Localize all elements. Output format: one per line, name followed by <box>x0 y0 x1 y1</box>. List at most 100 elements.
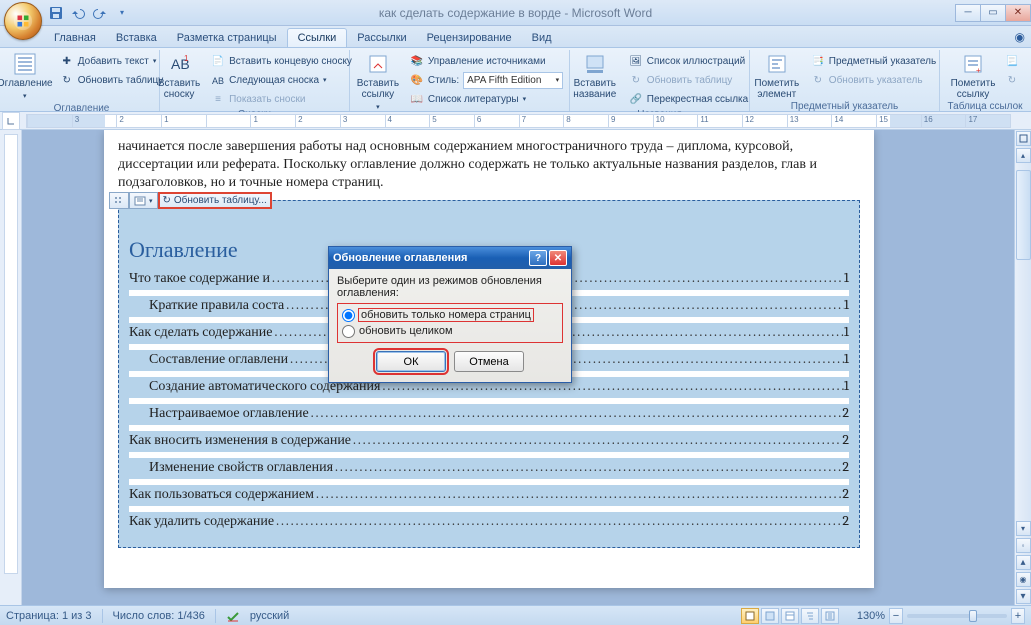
tab-home[interactable]: Главная <box>44 29 106 47</box>
toc-handle[interactable] <box>109 192 129 209</box>
group-footnotes: AB1 Вставить сноску 📄Вставить концевую с… <box>160 50 350 111</box>
toa-update-button[interactable]: ↻ <box>1002 71 1022 89</box>
dialog-help-button[interactable]: ? <box>529 250 547 266</box>
insert-caption-button[interactable]: Вставить название <box>568 52 622 100</box>
radio-update-entire[interactable]: обновить целиком <box>342 323 558 339</box>
radio-input-2[interactable] <box>342 325 355 338</box>
tab-references[interactable]: Ссылки <box>287 28 348 47</box>
cross-reference-button[interactable]: 🔗Перекрестная ссылка <box>626 90 751 108</box>
toc-leader: ........................................… <box>351 431 842 448</box>
update-toc-dialog: Обновление оглавления ? ✕ Выберите один … <box>328 246 572 383</box>
body-paragraph[interactable]: начинается после завершения работы над о… <box>118 138 860 192</box>
toc-entry[interactable]: Как пользоваться содержанием............… <box>129 485 849 506</box>
insert-citation-button[interactable]: Вставить ссылку ▾ <box>353 52 403 113</box>
zoom-in-button[interactable]: + <box>1011 608 1025 624</box>
dialog-radio-group: обновить только номера страниц обновить … <box>337 303 563 343</box>
dialog-titlebar[interactable]: Обновление оглавления ? ✕ <box>329 247 571 269</box>
toc-menu-button[interactable]: ▾ <box>129 192 158 209</box>
mark-citation-button[interactable]: + Пометить ссылку <box>948 52 998 100</box>
radio-update-page-numbers[interactable]: обновить только номера страниц <box>342 307 558 323</box>
qat-dropdown-icon[interactable]: ▾ <box>114 5 130 21</box>
zoom-out-button[interactable]: − <box>889 608 903 624</box>
view-full-screen[interactable] <box>761 608 779 624</box>
tab-selector-button[interactable] <box>2 112 20 130</box>
manage-sources-button[interactable]: 📚Управление источниками <box>407 52 566 70</box>
insert-index-button[interactable]: 📑Предметный указатель <box>808 52 939 70</box>
tab-view[interactable]: Вид <box>522 29 562 47</box>
toc-update-button[interactable]: ↻Обновить таблицу... <box>158 192 272 209</box>
toc-entry-text: Как вносить изменения в содержание <box>129 431 351 449</box>
view-web-layout[interactable] <box>781 608 799 624</box>
toc-entry[interactable]: Как удалить содержание..................… <box>129 512 849 533</box>
maximize-button[interactable]: ▭ <box>980 4 1006 22</box>
update-index-button[interactable]: ↻Обновить указатель <box>808 71 939 89</box>
toc-entry[interactable]: Настраиваемое оглавление................… <box>129 404 849 425</box>
zoom-slider[interactable] <box>907 614 1007 618</box>
title-bar: ▾ как сделать содержание в ворде - Micro… <box>0 0 1031 26</box>
ribbon-tabs: Главная Вставка Разметка страницы Ссылки… <box>0 26 1031 48</box>
scroll-up-button[interactable]: ▴ <box>1016 148 1031 163</box>
toa-update-icon: ↻ <box>1005 73 1019 87</box>
select-browse-object-button[interactable]: ◉ <box>1016 572 1031 587</box>
next-page-button[interactable]: ▾ <box>1016 589 1031 604</box>
insert-footnote-button[interactable]: AB1 Вставить сноску <box>154 52 204 100</box>
group-toa: + Пометить ссылку 📃 ↻ Таблица ссылок <box>940 50 1030 111</box>
toc-leader: ........................................… <box>314 485 842 502</box>
toc-entry[interactable]: Изменение свойств оглавления............… <box>129 458 849 479</box>
toc-entry-page: 2 <box>842 485 849 502</box>
style-row: 🎨 Стиль: APA Fifth Edition▾ <box>407 71 566 89</box>
citation-style-combo[interactable]: APA Fifth Edition▾ <box>463 72 563 89</box>
browse-object-button[interactable]: ◦ <box>1016 538 1031 553</box>
dialog-close-button[interactable]: ✕ <box>549 250 567 266</box>
prev-page-button[interactable]: ▴ <box>1016 555 1031 570</box>
next-footnote-button[interactable]: ABСледующая сноска ▾ <box>208 71 355 89</box>
office-button[interactable] <box>4 2 42 40</box>
vertical-ruler[interactable] <box>0 130 22 605</box>
view-print-layout[interactable] <box>741 608 759 624</box>
toc-entry-page: 2 <box>842 512 849 529</box>
manage-sources-icon: 📚 <box>410 54 424 68</box>
ribbon-help-icon[interactable]: ◉ <box>1015 30 1025 44</box>
vertical-scrollbar[interactable]: ▴ ▾ ◦ ▴ ◉ ▾ <box>1014 130 1031 605</box>
minimize-button[interactable]: ─ <box>955 4 981 22</box>
tab-mailings[interactable]: Рассылки <box>347 29 416 47</box>
ok-button[interactable]: ОК <box>376 351 446 372</box>
horizontal-ruler[interactable]: 3211234567891011121314151617 <box>26 114 1011 128</box>
update-figures-button[interactable]: ↻Обновить таблицу <box>626 71 751 89</box>
undo-icon[interactable] <box>70 5 86 21</box>
tab-insert[interactable]: Вставка <box>106 29 167 47</box>
tab-page-layout[interactable]: Разметка страницы <box>167 29 287 47</box>
toc-entry-page: 1 <box>844 377 849 394</box>
update-toc-button[interactable]: ↻Обновить таблицу <box>57 71 167 89</box>
add-text-button[interactable]: ✚Добавить текст ▾ <box>57 52 167 70</box>
scroll-down-button[interactable]: ▾ <box>1016 521 1031 536</box>
toc-entry-text: Как пользоваться содержанием <box>129 485 314 503</box>
bibliography-button[interactable]: 📖Список литературы ▾ <box>407 90 566 108</box>
proofing-icon[interactable] <box>226 609 240 623</box>
scroll-thumb[interactable] <box>1016 170 1031 260</box>
radio-input-1[interactable] <box>342 309 355 322</box>
redo-icon[interactable] <box>92 5 108 21</box>
zoom-thumb[interactable] <box>969 610 977 622</box>
save-icon[interactable] <box>48 5 64 21</box>
endnote-icon: 📄 <box>211 54 225 68</box>
view-outline[interactable] <box>801 608 819 624</box>
document-scroll: начинается после завершения работы над о… <box>22 130 1014 605</box>
view-draft[interactable] <box>821 608 839 624</box>
insert-endnote-button[interactable]: 📄Вставить концевую сноску <box>208 52 355 70</box>
tab-review[interactable]: Рецензирование <box>417 29 522 47</box>
toc-entry[interactable]: Как вносить изменения в содержание......… <box>129 431 849 452</box>
close-button[interactable]: ✕ <box>1005 4 1031 22</box>
zoom-value[interactable]: 130% <box>857 610 885 622</box>
ruler-toggle-button[interactable] <box>1016 131 1031 146</box>
toa-insert-button[interactable]: 📃 <box>1002 52 1022 70</box>
status-words[interactable]: Число слов: 1/436 <box>113 610 205 622</box>
table-of-figures-button[interactable]: 🖼Список иллюстраций <box>626 52 751 70</box>
status-language[interactable]: русский <box>250 610 289 622</box>
toc-button[interactable]: Оглавление ▾ <box>0 52 53 102</box>
mark-index-entry-button[interactable]: Пометить элемент <box>750 52 804 100</box>
status-page[interactable]: Страница: 1 из 3 <box>6 610 92 622</box>
office-logo-icon <box>12 10 34 32</box>
show-footnotes-button[interactable]: ≡Показать сноски <box>208 90 355 108</box>
cancel-button[interactable]: Отмена <box>454 351 524 372</box>
